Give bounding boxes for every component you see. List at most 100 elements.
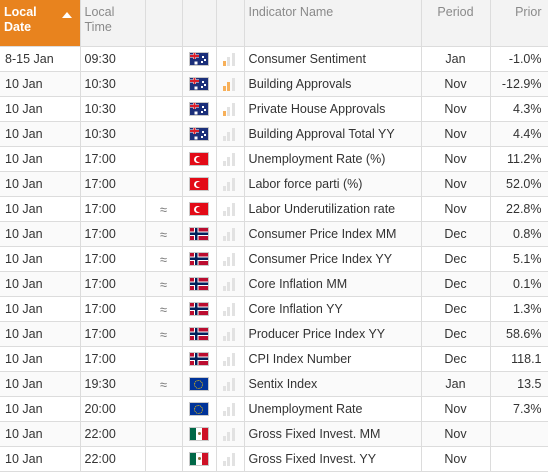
row-period: Nov bbox=[421, 171, 491, 197]
importance-bars-icon bbox=[222, 102, 237, 117]
row-period: Nov bbox=[421, 121, 491, 147]
row-importance bbox=[216, 296, 245, 322]
approx-icon: ≈ bbox=[145, 296, 183, 322]
row-indicator-name[interactable]: Consumer Sentiment bbox=[244, 46, 422, 72]
column-header-local-date[interactable]: Local Date bbox=[0, 0, 81, 47]
table-row[interactable]: 10 Jan 17:00 ≈ Labor Underutilization rate N… bbox=[0, 196, 548, 222]
table-row[interactable]: 10 Jan 22:00 Gross Fixed Invest. MM Nov bbox=[0, 421, 548, 447]
importance-bars-icon bbox=[222, 352, 237, 367]
flag-au-icon bbox=[189, 127, 209, 142]
table-row[interactable]: 10 Jan 17:00 ≈ Core Inflation MM Dec 0.1% bbox=[0, 271, 548, 297]
row-prior: 4.4% bbox=[490, 121, 548, 147]
row-country bbox=[182, 371, 217, 397]
table-row[interactable]: 8-15 Jan 09:30 Consumer Sentiment Jan -1.0% bbox=[0, 46, 548, 72]
approx-icon bbox=[145, 146, 183, 172]
row-prior: 7.3% bbox=[490, 396, 548, 422]
row-importance bbox=[216, 196, 245, 222]
column-header-local-date-line2: Date bbox=[4, 20, 32, 34]
column-header-local-time[interactable]: Local Time bbox=[80, 0, 146, 47]
table-row[interactable]: 10 Jan 17:00 ≈ Consumer Price Index MM Dec 0.… bbox=[0, 221, 548, 247]
row-time: 10:30 bbox=[80, 121, 146, 147]
row-indicator-name[interactable]: CPI Index Number bbox=[244, 346, 422, 372]
table-row[interactable]: 10 Jan 10:30 Building Approval Total YY Nov… bbox=[0, 121, 548, 147]
approx-icon bbox=[145, 71, 183, 97]
row-indicator-name[interactable]: Labor force parti (%) bbox=[244, 171, 422, 197]
flag-no-icon bbox=[189, 277, 209, 292]
row-indicator-name[interactable]: Gross Fixed Invest. MM bbox=[244, 421, 422, 447]
column-header-period[interactable]: Period bbox=[421, 0, 491, 47]
flag-au-icon bbox=[189, 52, 209, 67]
row-prior: 118.1 bbox=[490, 346, 548, 372]
row-time: 17:00 bbox=[80, 271, 146, 297]
row-indicator-name[interactable]: Unemployment Rate (%) bbox=[244, 146, 422, 172]
flag-no-icon bbox=[189, 302, 209, 317]
table-row[interactable]: 10 Jan 20:00 Unemployment Rate Nov 7.3% bbox=[0, 396, 548, 422]
table-row[interactable]: 10 Jan 10:30 Private House Approvals Nov 4.3… bbox=[0, 96, 548, 122]
table-row[interactable]: 10 Jan 10:30 Building Approvals Nov -12.9% bbox=[0, 71, 548, 97]
row-time: 20:00 bbox=[80, 396, 146, 422]
row-importance bbox=[216, 371, 245, 397]
row-importance bbox=[216, 246, 245, 272]
row-period: Dec bbox=[421, 296, 491, 322]
approx-icon: ≈ bbox=[145, 371, 183, 397]
row-prior: 22.8% bbox=[490, 196, 548, 222]
flag-no-icon bbox=[189, 327, 209, 342]
row-period: Jan bbox=[421, 46, 491, 72]
row-importance bbox=[216, 71, 245, 97]
approx-icon bbox=[145, 346, 183, 372]
table-row[interactable]: 10 Jan 19:30 ≈ Sentix Index Jan 13.5 bbox=[0, 371, 548, 397]
row-time: 19:30 bbox=[80, 371, 146, 397]
table-row[interactable]: 10 Jan 17:00 Labor force parti (%) Nov 52.0% bbox=[0, 171, 548, 197]
flag-tr-icon bbox=[189, 177, 209, 192]
table-row[interactable]: 10 Jan 17:00 ≈ Core Inflation YY Dec 1.3% bbox=[0, 296, 548, 322]
row-importance bbox=[216, 321, 245, 347]
table-row[interactable]: 10 Jan 17:00 CPI Index Number Dec 118.1 bbox=[0, 346, 548, 372]
row-indicator-name[interactable]: Consumer Price Index MM bbox=[244, 221, 422, 247]
row-indicator-name[interactable]: Core Inflation YY bbox=[244, 296, 422, 322]
column-header-prior-label: Prior bbox=[515, 5, 542, 19]
row-date: 10 Jan bbox=[0, 96, 81, 122]
row-importance bbox=[216, 396, 245, 422]
row-prior: 4.3% bbox=[490, 96, 548, 122]
row-indicator-name[interactable]: Core Inflation MM bbox=[244, 271, 422, 297]
row-indicator-name[interactable]: Labor Underutilization rate bbox=[244, 196, 422, 222]
row-indicator-name[interactable]: Unemployment Rate bbox=[244, 396, 422, 422]
table-row[interactable]: 10 Jan 17:00 Unemployment Rate (%) Nov 11.2% bbox=[0, 146, 548, 172]
row-indicator-name[interactable]: Private House Approvals bbox=[244, 96, 422, 122]
row-prior: 0.8% bbox=[490, 221, 548, 247]
row-date: 10 Jan bbox=[0, 171, 81, 197]
importance-bars-icon bbox=[222, 227, 237, 242]
row-time: 17:00 bbox=[80, 296, 146, 322]
row-indicator-name[interactable]: Building Approvals bbox=[244, 71, 422, 97]
column-header-local-time-line1: Local bbox=[84, 5, 115, 19]
row-indicator-name[interactable]: Producer Price Index YY bbox=[244, 321, 422, 347]
row-period: Nov bbox=[421, 96, 491, 122]
row-importance bbox=[216, 421, 245, 447]
table-row[interactable]: 10 Jan 22:00 Gross Fixed Invest. YY Nov bbox=[0, 446, 548, 472]
row-prior: 52.0% bbox=[490, 171, 548, 197]
column-header-prior[interactable]: Prior bbox=[490, 0, 548, 47]
row-indicator-name[interactable]: Consumer Price Index YY bbox=[244, 246, 422, 272]
table-row[interactable]: 10 Jan 17:00 ≈ Consumer Price Index YY Dec 5.… bbox=[0, 246, 548, 272]
row-date: 8-15 Jan bbox=[0, 46, 81, 72]
table-row[interactable]: 10 Jan 17:00 ≈ Producer Price Index YY Dec 58… bbox=[0, 321, 548, 347]
flag-mx-icon bbox=[189, 452, 209, 467]
importance-bars-icon bbox=[222, 452, 237, 467]
row-date: 10 Jan bbox=[0, 146, 81, 172]
row-indicator-name[interactable]: Sentix Index bbox=[244, 371, 422, 397]
row-prior: 1.3% bbox=[490, 296, 548, 322]
row-date: 10 Jan bbox=[0, 446, 81, 472]
importance-bars-icon bbox=[222, 177, 237, 192]
row-indicator-name[interactable]: Building Approval Total YY bbox=[244, 121, 422, 147]
column-header-indicator-name[interactable]: Indicator Name bbox=[244, 0, 422, 47]
row-importance bbox=[216, 46, 245, 72]
row-period: Jan bbox=[421, 371, 491, 397]
row-time: 17:00 bbox=[80, 171, 146, 197]
row-period: Dec bbox=[421, 221, 491, 247]
row-indicator-name[interactable]: Gross Fixed Invest. YY bbox=[244, 446, 422, 472]
row-time: 17:00 bbox=[80, 146, 146, 172]
importance-bars-icon bbox=[222, 127, 237, 142]
row-country bbox=[182, 446, 217, 472]
approx-icon: ≈ bbox=[145, 271, 183, 297]
row-prior bbox=[490, 421, 548, 447]
